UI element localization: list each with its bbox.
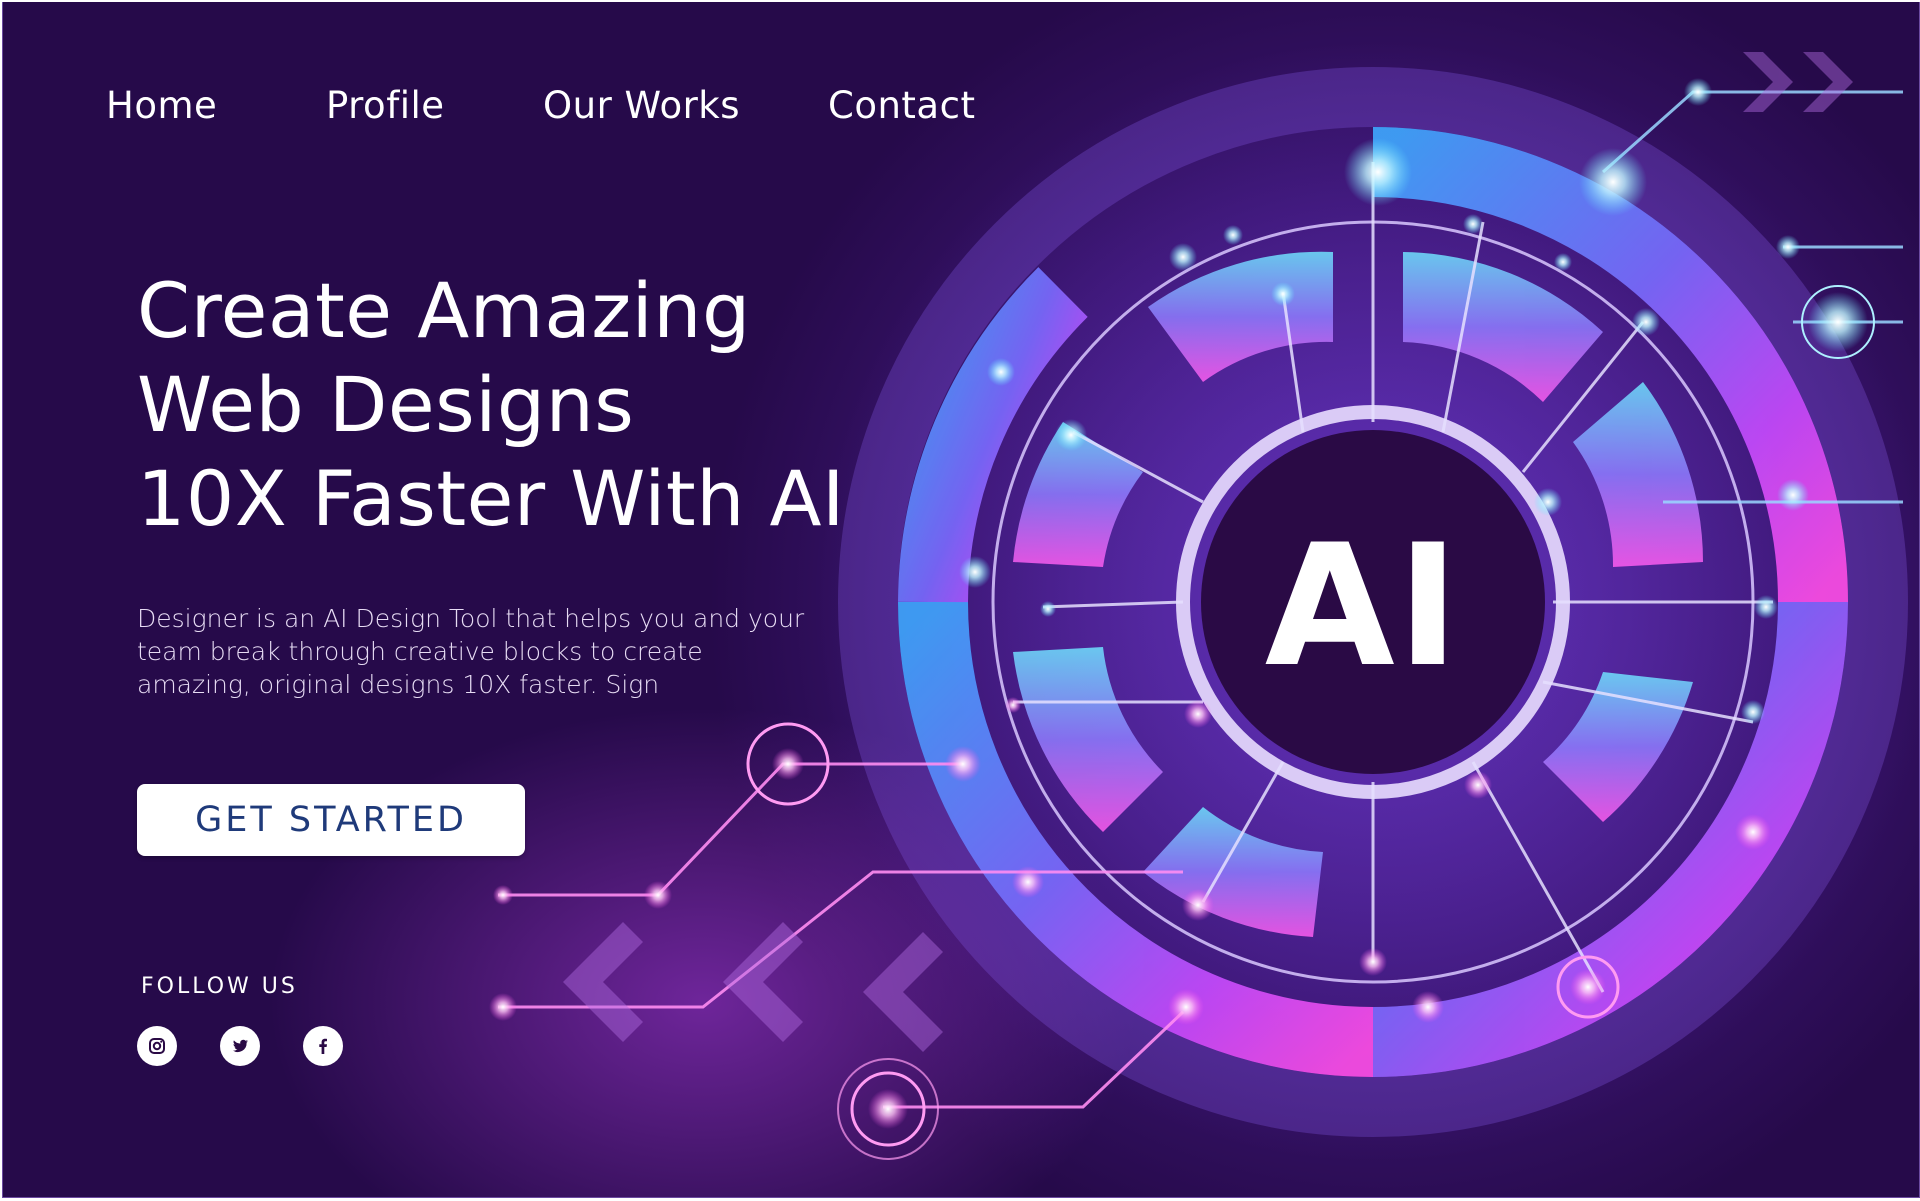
hero-title-line: Create Amazing bbox=[137, 266, 751, 355]
nav-profile[interactable]: Profile bbox=[326, 84, 445, 127]
nav-home[interactable]: Home bbox=[106, 84, 217, 127]
instagram-icon[interactable] bbox=[137, 1026, 177, 1066]
get-started-button[interactable]: GET STARTED bbox=[137, 784, 525, 856]
hero-title-line: Web Designs bbox=[137, 360, 635, 449]
ai-circuit-graphic bbox=[489, 42, 1919, 1162]
nav-contact[interactable]: Contact bbox=[828, 84, 975, 127]
nav-our-works[interactable]: Our Works bbox=[543, 84, 740, 127]
landing-page: AI Home Profile Our Works Contact Create… bbox=[2, 2, 1920, 1198]
facebook-icon[interactable] bbox=[303, 1026, 343, 1066]
twitter-icon[interactable] bbox=[220, 1026, 260, 1066]
hero-description: Designer is an AI Design Tool that helps… bbox=[137, 604, 805, 699]
hero-title: Create Amazing Web Designs 10X Faster Wi… bbox=[137, 264, 845, 546]
hero-title-line: 10X Faster With AI bbox=[137, 454, 845, 543]
ai-center-label: AI bbox=[1264, 508, 1462, 704]
follow-us-label: FOLLOW US bbox=[141, 974, 298, 999]
